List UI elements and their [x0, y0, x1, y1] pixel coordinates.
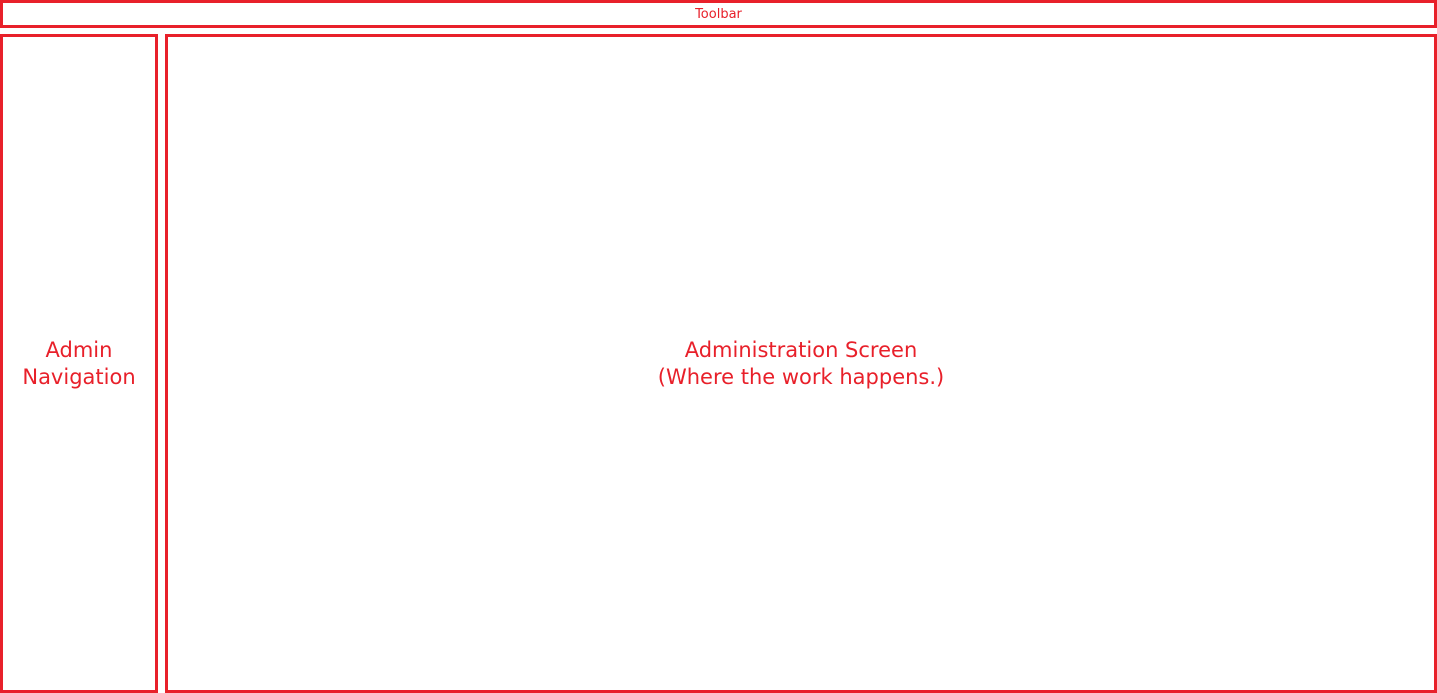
admin-navigation-region: Admin Navigation [0, 34, 158, 693]
toolbar-label: Toolbar [695, 6, 742, 22]
admin-navigation-label-line1: Admin [45, 337, 113, 362]
administration-screen-region: Administration Screen (Where the work ha… [165, 34, 1437, 693]
administration-screen-title: Administration Screen [684, 337, 918, 362]
toolbar-region: Toolbar [0, 0, 1437, 28]
administration-screen-subtitle: (Where the work happens.) [657, 364, 945, 389]
admin-navigation-label-line2: Navigation [22, 364, 136, 389]
administration-screen-label: Administration Screen (Where the work ha… [658, 337, 944, 391]
admin-navigation-label: Admin Navigation [22, 337, 135, 391]
